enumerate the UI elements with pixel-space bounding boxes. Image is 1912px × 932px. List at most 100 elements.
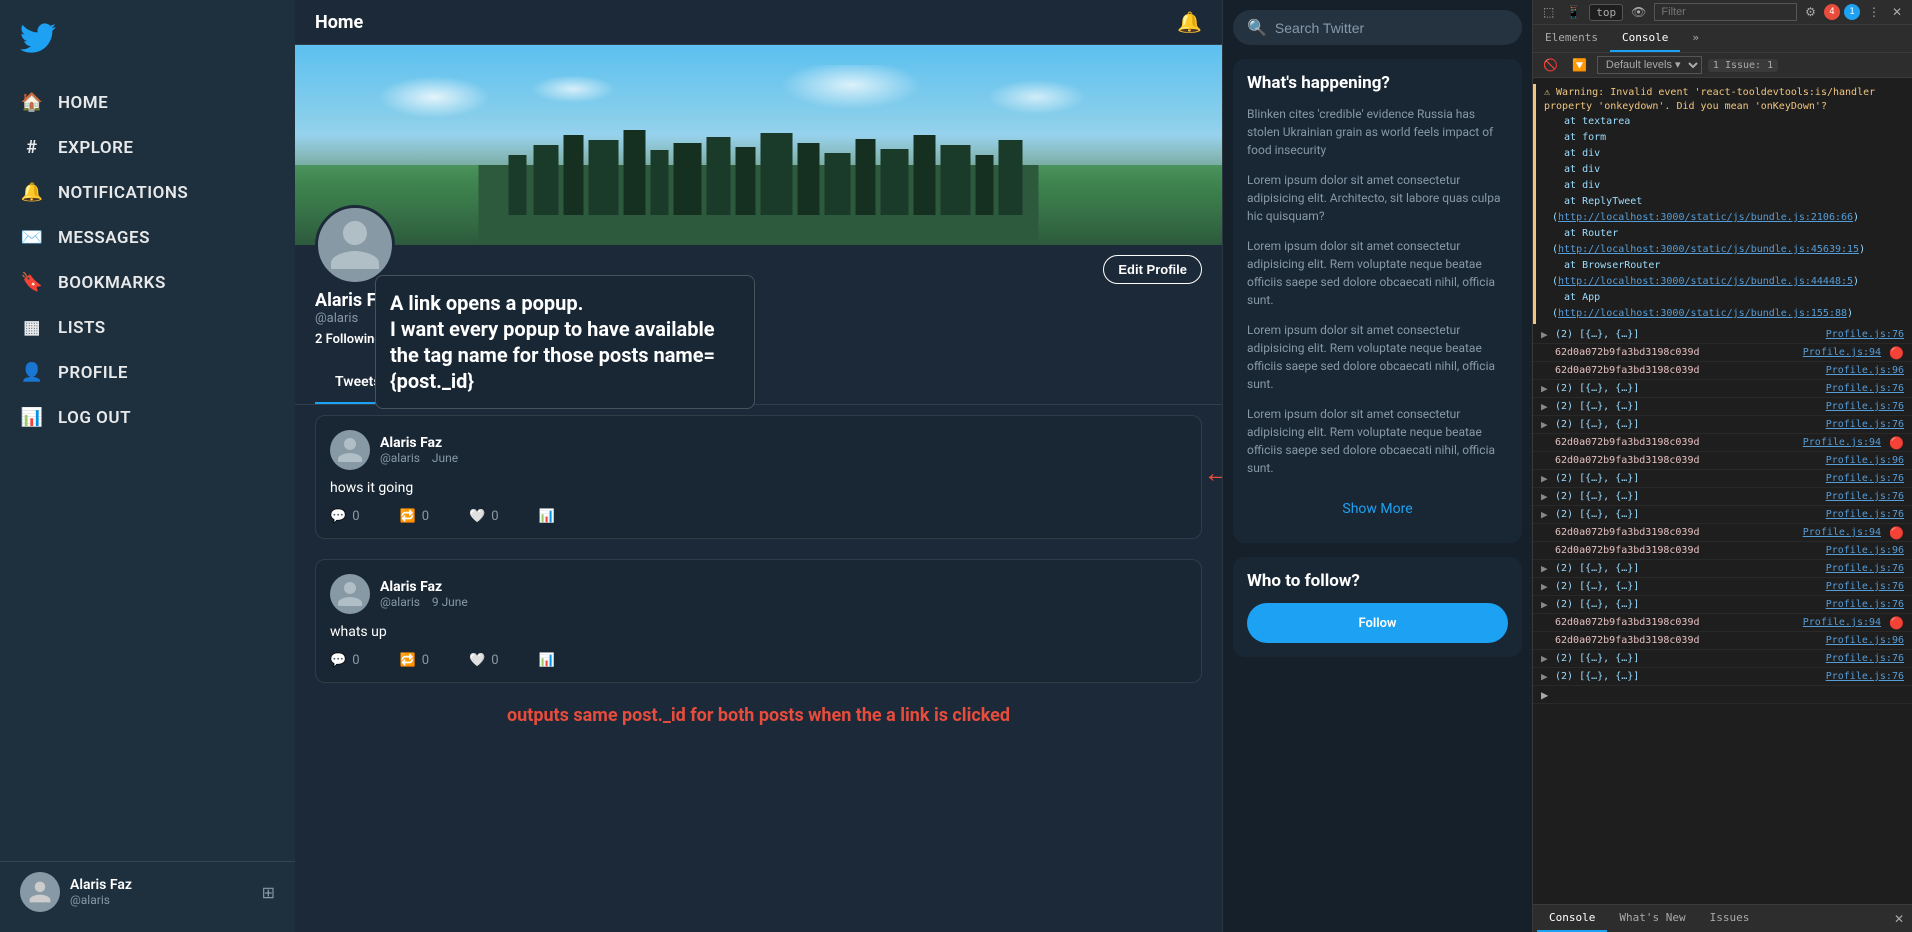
log-link-4[interactable]: Profile.js:76 bbox=[1826, 383, 1904, 394]
sidebar-item-explore[interactable]: # EXPLORE bbox=[0, 125, 295, 170]
devtools-issues-badge: 1 Issue: 1 bbox=[1708, 59, 1778, 72]
devtools-top-label[interactable]: top bbox=[1589, 4, 1623, 21]
sidebar-item-notifications[interactable]: 🔔 NOTIFICATIONS bbox=[0, 170, 295, 215]
log-link-6[interactable]: Profile.js:76 bbox=[1826, 419, 1904, 430]
log-row-3: 62d0a072b9fa3bd3198c039d Profile.js:96 bbox=[1533, 362, 1912, 380]
log-expand-14[interactable]: ▶ bbox=[1541, 562, 1551, 575]
twitter-bird-icon bbox=[20, 20, 56, 56]
stack-at-form: at form bbox=[1552, 130, 1904, 146]
like-action-2[interactable]: 🤍 0 bbox=[469, 653, 499, 668]
tweet-author-2: Alaris Faz bbox=[380, 579, 1187, 595]
log-link-17[interactable]: Profile.js:94 bbox=[1803, 617, 1881, 628]
log-link-1[interactable]: Profile.js:76 bbox=[1826, 329, 1904, 340]
log-row-14: ▶ (2) [{…}, {…}] Profile.js:76 bbox=[1533, 560, 1912, 578]
devtools-eye-button[interactable]: 👁 bbox=[1627, 3, 1650, 21]
log-expand-16[interactable]: ▶ bbox=[1541, 598, 1551, 611]
devtools-tab-console[interactable]: Console bbox=[1610, 25, 1680, 52]
retweet-action-2[interactable]: 🔁 0 bbox=[400, 653, 430, 668]
log-arrow-17: 🔴 bbox=[1889, 616, 1904, 630]
log-expand-6[interactable]: ▶ bbox=[1541, 418, 1551, 431]
follow-button-placeholder[interactable]: Follow bbox=[1247, 603, 1508, 643]
log-expand-20[interactable]: ▶ bbox=[1541, 670, 1551, 683]
devtools-settings-button[interactable]: ⚙ bbox=[1801, 3, 1820, 21]
devtools-tab-elements[interactable]: Elements bbox=[1533, 25, 1610, 52]
log-text-12: 62d0a072b9fa3bd3198c039d bbox=[1555, 527, 1799, 538]
edit-profile-button[interactable]: Edit Profile bbox=[1103, 255, 1202, 284]
log-row-4: ▶ (2) [{…}, {…}] Profile.js:76 bbox=[1533, 380, 1912, 398]
devtools-levels-select[interactable]: Default levels ▾ bbox=[1597, 56, 1702, 74]
sidebar-item-home-label: HOME bbox=[58, 93, 108, 113]
log-link-8[interactable]: Profile.js:96 bbox=[1826, 455, 1904, 466]
tweet-header-2: Alaris Faz @alaris 9 June bbox=[330, 574, 1187, 614]
devtools-clear-button[interactable]: 🚫 bbox=[1539, 56, 1562, 74]
sidebar-item-messages[interactable]: ✉️ MESSAGES bbox=[0, 215, 295, 260]
reply-action-2[interactable]: 💬 0 bbox=[330, 653, 360, 668]
stack-at-div3: at div bbox=[1552, 178, 1904, 194]
log-link-15[interactable]: Profile.js:76 bbox=[1826, 581, 1904, 592]
more-options-icon[interactable]: ⊞ bbox=[262, 883, 275, 902]
log-link-18[interactable]: Profile.js:96 bbox=[1826, 635, 1904, 646]
log-link-10[interactable]: Profile.js:76 bbox=[1826, 491, 1904, 502]
user-profile-bottom[interactable]: Alaris Faz @alaris ⊞ bbox=[0, 861, 295, 922]
analytics-action-2[interactable]: 📊 bbox=[539, 653, 555, 668]
search-input[interactable] bbox=[1275, 20, 1508, 36]
log-expand-19[interactable]: ▶ bbox=[1541, 652, 1551, 665]
tweet-date-1: June bbox=[432, 451, 458, 465]
log-row-1: ▶ (2) [{…}, {…}] Profile.js:76 bbox=[1533, 326, 1912, 344]
devtools-more-button[interactable]: ⋮ bbox=[1864, 3, 1884, 21]
devtools-bottom-close[interactable]: ✕ bbox=[1890, 910, 1908, 928]
log-expand-4[interactable]: ▶ bbox=[1541, 382, 1551, 395]
stack-at-div2: at div bbox=[1552, 162, 1904, 178]
log-link-19[interactable]: Profile.js:76 bbox=[1826, 653, 1904, 664]
log-link-13[interactable]: Profile.js:96 bbox=[1826, 545, 1904, 556]
log-expand-5[interactable]: ▶ bbox=[1541, 400, 1551, 413]
log-expand-15[interactable]: ▶ bbox=[1541, 580, 1551, 593]
show-more-button[interactable]: Show More bbox=[1247, 489, 1508, 529]
stack-link-router[interactable]: http://localhost:3000/static/js/bundle.j… bbox=[1558, 244, 1859, 255]
devtools-device-button[interactable]: 📱 bbox=[1562, 3, 1585, 21]
devtools-bottom-close-button[interactable]: ✕ bbox=[1890, 910, 1908, 928]
sidebar-item-profile[interactable]: 👤 PROFILE bbox=[0, 350, 295, 395]
sidebar-item-bookmarks[interactable]: 🔖 BOOKMARKS bbox=[0, 260, 295, 305]
log-expand-9[interactable]: ▶ bbox=[1541, 472, 1551, 485]
log-expand-11[interactable]: ▶ bbox=[1541, 508, 1551, 521]
log-link-16[interactable]: Profile.js:76 bbox=[1826, 599, 1904, 610]
log-link-14[interactable]: Profile.js:76 bbox=[1826, 563, 1904, 574]
like-action-1[interactable]: 🤍 0 bbox=[469, 509, 499, 524]
retweet-action-1[interactable]: 🔁 0 bbox=[400, 509, 430, 524]
log-text-16: (2) [{…}, {…}] bbox=[1555, 599, 1822, 610]
sidebar-item-lists[interactable]: ▦ LISTS bbox=[0, 305, 295, 350]
log-link-2[interactable]: Profile.js:94 bbox=[1803, 347, 1881, 358]
sidebar-item-logout-label: LOG OUT bbox=[58, 408, 131, 428]
devtools-close-button[interactable]: ✕ bbox=[1888, 3, 1906, 21]
log-expand-1[interactable]: ▶ bbox=[1541, 328, 1551, 341]
log-link-12[interactable]: Profile.js:94 bbox=[1803, 527, 1881, 538]
stack-link-replytweet[interactable]: http://localhost:3000/static/js/bundle.j… bbox=[1558, 212, 1853, 223]
log-link-11[interactable]: Profile.js:76 bbox=[1826, 509, 1904, 520]
header-bell-icon[interactable]: 🔔 bbox=[1177, 10, 1202, 34]
tweet-actions-1: 💬 0 🔁 0 🤍 0 📊 bbox=[330, 509, 1187, 524]
trending-box: What's happening? Blinken cites 'credibl… bbox=[1233, 59, 1522, 543]
devtools-filter-toggle[interactable]: 🔽 bbox=[1568, 56, 1591, 74]
devtools-bottom-tab-console[interactable]: Console bbox=[1537, 905, 1607, 932]
devtools-filter-input[interactable] bbox=[1654, 3, 1797, 21]
trending-item-1-desc: Blinken cites 'credible' evidence Russia… bbox=[1247, 105, 1508, 159]
devtools-inspect-button[interactable]: ⬚ bbox=[1539, 3, 1558, 21]
sidebar-item-logout[interactable]: 📊 LOG OUT bbox=[0, 395, 295, 440]
log-link-20[interactable]: Profile.js:76 bbox=[1826, 671, 1904, 682]
reply-action-1[interactable]: 💬 0 bbox=[330, 509, 360, 524]
stack-link-app[interactable]: http://localhost:3000/static/js/bundle.j… bbox=[1558, 308, 1847, 319]
devtools-bottom-tab-whatsnew[interactable]: What's New bbox=[1607, 905, 1697, 932]
stack-link-browserrouter[interactable]: http://localhost:3000/static/js/bundle.j… bbox=[1558, 276, 1853, 287]
log-link-7[interactable]: Profile.js:94 bbox=[1803, 437, 1881, 448]
log-row-16: ▶ (2) [{…}, {…}] Profile.js:76 bbox=[1533, 596, 1912, 614]
log-expand-10[interactable]: ▶ bbox=[1541, 490, 1551, 503]
sidebar-item-home[interactable]: 🏠 HOME bbox=[0, 80, 295, 125]
log-link-5[interactable]: Profile.js:76 bbox=[1826, 401, 1904, 412]
devtools-tab-more[interactable]: » bbox=[1680, 25, 1711, 52]
analytics-action-1[interactable]: 📊 bbox=[539, 509, 555, 524]
devtools-bottom-tab-issues[interactable]: Issues bbox=[1698, 905, 1762, 932]
retweet-icon-2: 🔁 bbox=[400, 653, 416, 668]
log-link-3[interactable]: Profile.js:96 bbox=[1826, 365, 1904, 376]
log-link-9[interactable]: Profile.js:76 bbox=[1826, 473, 1904, 484]
